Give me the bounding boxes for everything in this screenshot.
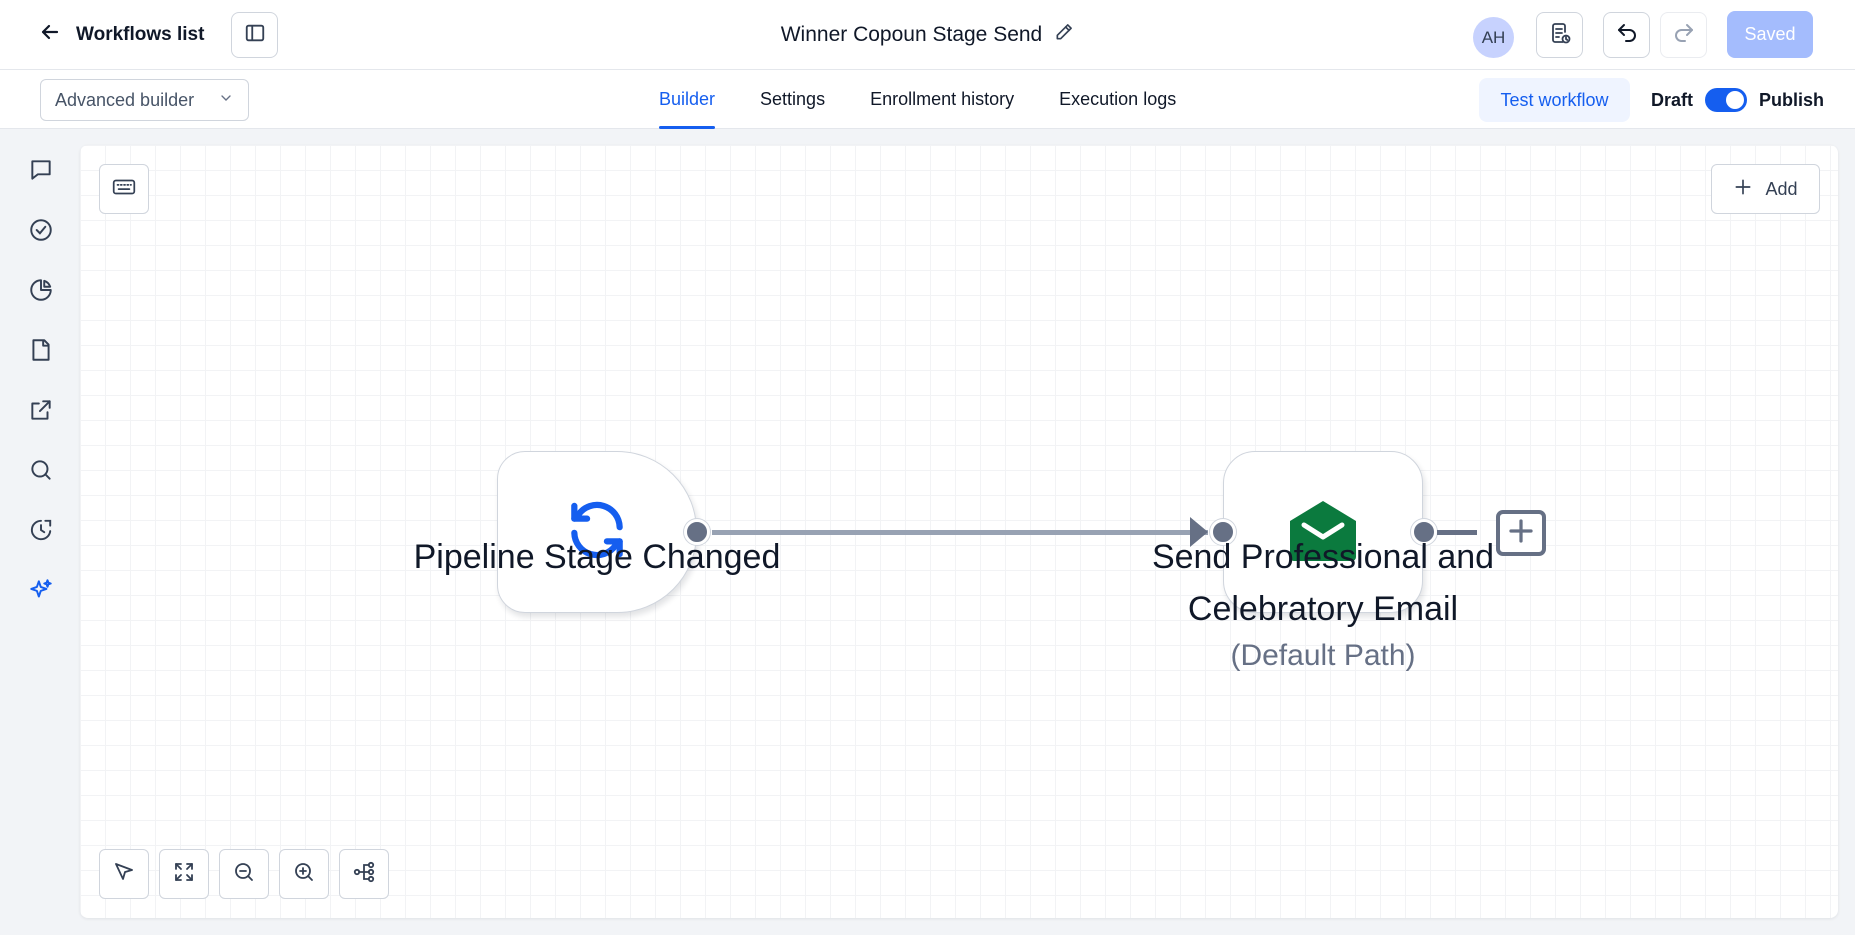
sidebar-panel-icon [244,22,266,49]
zoom-out-icon [232,860,256,889]
publish-toggle[interactable] [1705,88,1748,112]
publish-label: Publish [1759,89,1825,110]
builder-mode-value: Advanced builder [55,89,195,110]
history-icon[interactable] [24,513,58,547]
tab-settings[interactable]: Settings [760,70,825,129]
toggle-sidebar-button[interactable] [231,12,278,58]
auto-layout-button[interactable] [339,849,389,899]
tab-builder[interactable]: Builder [659,70,716,129]
top-bar: Workflows list Winner Copoun Stage Send … [0,0,1855,70]
external-link-icon[interactable] [24,393,58,427]
undo-button[interactable] [1603,12,1650,58]
saved-button[interactable]: Saved [1727,11,1813,58]
test-workflow-button[interactable]: Test workflow [1479,78,1630,122]
redo-icon [1672,21,1696,50]
back-to-workflows-link[interactable]: Workflows list [38,18,204,52]
add-node-button[interactable]: Add [1711,164,1820,214]
document-refresh-icon [1548,21,1572,50]
pie-chart-icon[interactable] [24,273,58,307]
builder-mode-select[interactable]: Advanced builder [40,79,249,121]
undo-icon [1615,21,1639,50]
trigger-node-label: Pipeline Stage Changed [413,538,781,576]
tree-structure-icon [352,860,376,889]
back-link-label: Workflows list [76,24,205,45]
email-node-label-line2: Celebratory Email [1187,590,1459,628]
plus-icon [1733,177,1753,202]
version-history-button[interactable] [1536,12,1583,58]
user-avatar[interactable]: AH [1473,17,1514,58]
chat-icon[interactable] [24,153,58,187]
zoom-in-icon [292,860,316,889]
zoom-out-button[interactable] [219,849,269,899]
edit-title-pencil-icon[interactable] [1054,22,1074,48]
file-icon[interactable] [24,333,58,367]
workflow-tabs: Builder Settings Enrollment history Exec… [659,70,1176,129]
tab-execution-logs[interactable]: Execution logs [1059,70,1176,129]
left-rail [0,130,80,935]
check-circle-icon[interactable] [24,213,58,247]
arrow-left-icon [38,20,62,50]
keyboard-icon [111,174,137,205]
keyboard-shortcuts-button[interactable] [99,164,149,214]
chevron-down-icon [218,90,234,111]
workflow-canvas[interactable]: Add Pipeline Stage Changed Send Professi… [80,145,1838,918]
zoom-in-button[interactable] [279,849,329,899]
sparkle-icon[interactable] [24,573,58,607]
email-node-path-label: (Default Path) [1230,639,1416,672]
publish-toggle-group: Draft Publish [1651,78,1824,122]
workflow-title: Winner Copoun Stage Send [780,23,1043,46]
cursor-icon [112,860,136,889]
expand-icon [172,860,196,889]
select-tool-button[interactable] [99,849,149,899]
add-label: Add [1765,178,1798,199]
builder-toolbar: Advanced builder Builder Settings Enroll… [0,70,1855,129]
redo-button[interactable] [1660,12,1707,58]
fit-view-button[interactable] [159,849,209,899]
draft-label: Draft [1651,89,1694,110]
email-node-label-line1: Send Professional and [1151,538,1495,576]
tab-enrollment-history[interactable]: Enrollment history [870,70,1014,129]
search-icon[interactable] [24,453,58,487]
